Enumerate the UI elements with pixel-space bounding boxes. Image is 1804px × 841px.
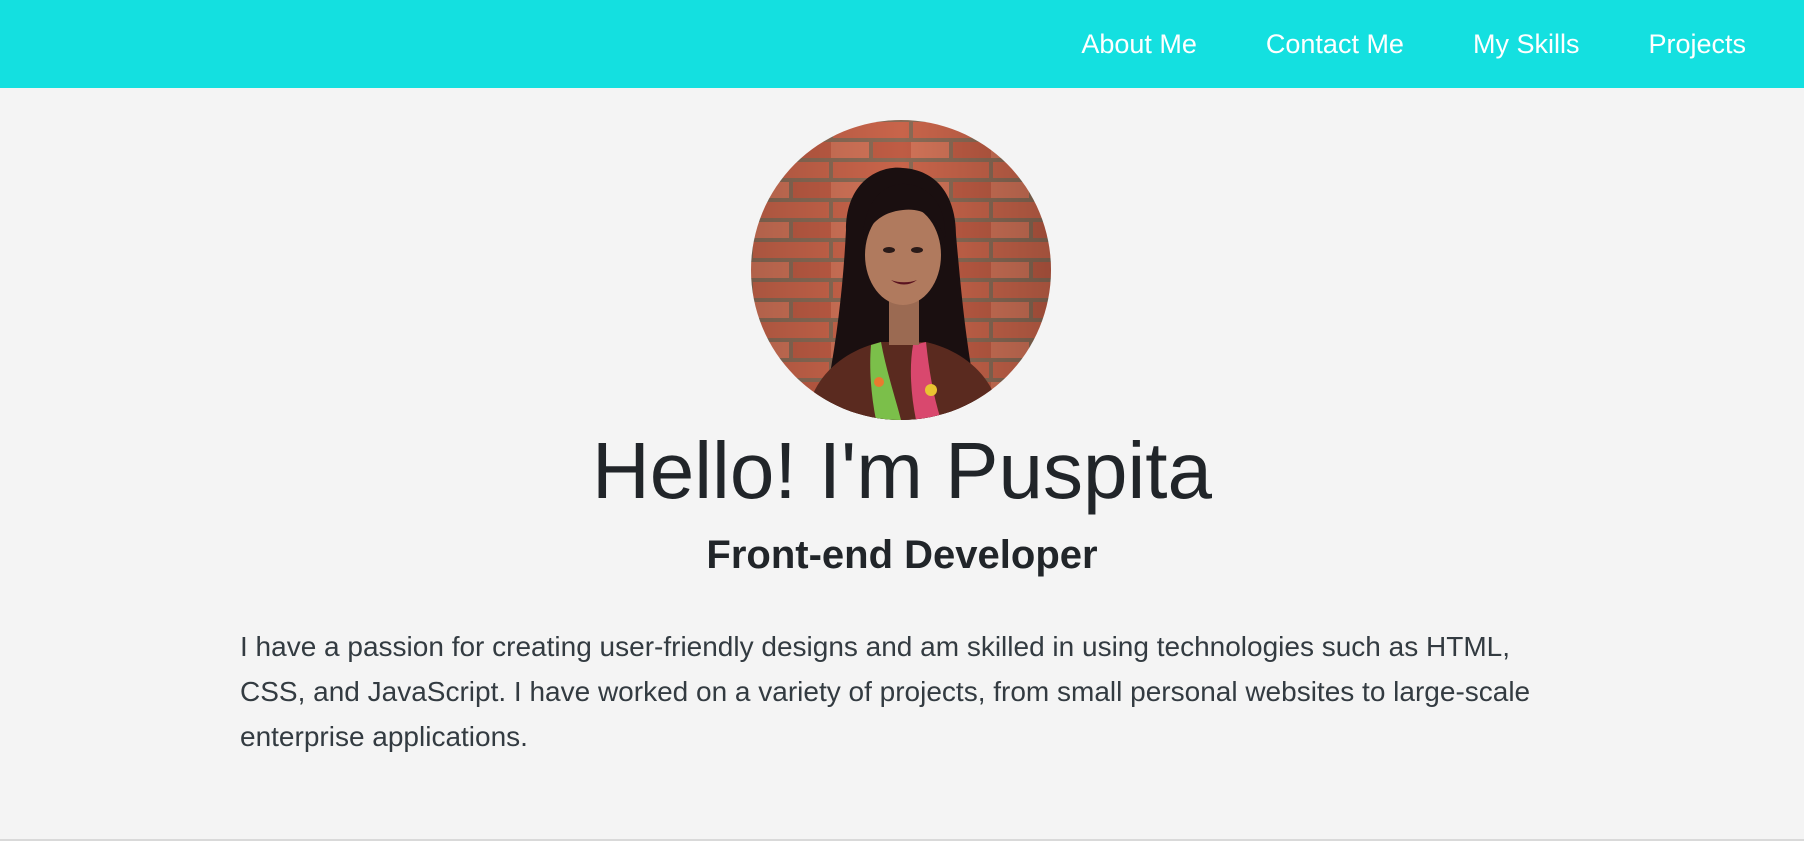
navbar: About Me Contact Me My Skills Projects — [0, 0, 1804, 88]
role-subtitle: Front-end Developer — [706, 533, 1098, 577]
bio-paragraph: I have a passion for creating user-frien… — [240, 631, 1531, 752]
profile-photo — [751, 120, 1051, 420]
nav-link-about-me[interactable]: About Me — [1081, 29, 1197, 60]
nav-menu: About Me Contact Me My Skills Projects — [1081, 0, 1746, 88]
greeting-heading: Hello! I'm Puspita — [592, 426, 1212, 515]
nav-link-contact-me[interactable]: Contact Me — [1266, 29, 1404, 60]
nav-link-my-skills[interactable]: My Skills — [1473, 29, 1580, 60]
hero-section: Hello! I'm Puspita Front-end Developer I… — [0, 88, 1804, 840]
nav-link-projects[interactable]: Projects — [1648, 29, 1746, 60]
